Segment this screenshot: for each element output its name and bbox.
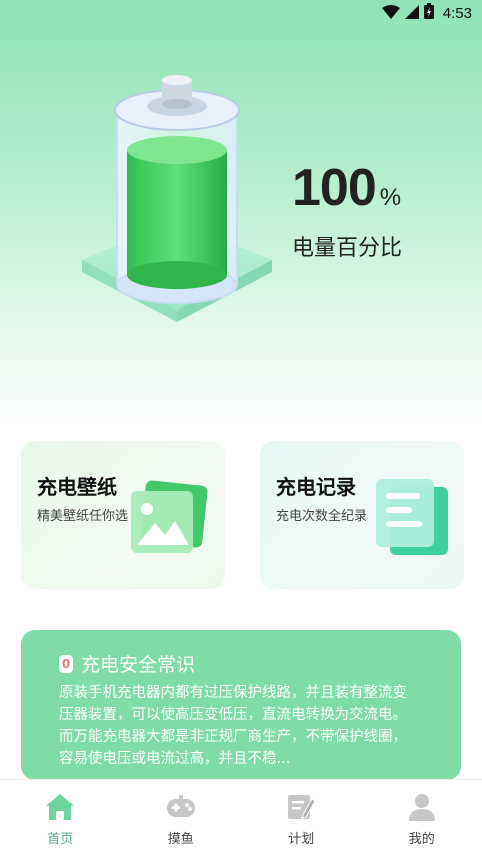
card-subtitle: 精美壁纸任你选: [37, 509, 129, 524]
tips-badge: 0: [59, 654, 73, 673]
safety-tips-panel: 0 充电安全常识 原装手机充电器内都有过压保护线路，并且装有整流变压器装置，可以…: [21, 630, 461, 780]
tips-title: 充电安全常识: [81, 654, 196, 676]
tab-plan[interactable]: 计划: [241, 780, 362, 856]
charging-wallpaper-card[interactable]: 充电壁纸 精美壁纸任你选: [21, 441, 225, 589]
battery-percent-value: 100: [292, 159, 377, 217]
battery-percent: 100 %: [292, 158, 401, 218]
battery-percent-unit: %: [379, 184, 402, 211]
user-icon: [407, 792, 437, 822]
card-title: 充电记录: [276, 475, 356, 499]
card-title: 充电壁纸: [37, 475, 117, 499]
gamepad-icon: [166, 792, 196, 822]
bottom-tab-bar: 首页 摸鱼 计划 我的: [0, 779, 482, 856]
tips-body: 原装手机充电器内都有过压保护线路，并且装有整流变压器装置，可以使高压变低压，直流…: [59, 685, 407, 767]
tab-label: 我的: [408, 832, 435, 847]
tab-label: 摸鱼: [167, 832, 194, 847]
tab-mine[interactable]: 我的: [362, 780, 482, 856]
signal-icon: [404, 4, 419, 23]
tab-fishing[interactable]: 摸鱼: [121, 780, 242, 856]
tips-header: 0 充电安全常识: [59, 650, 195, 677]
home-icon: [45, 792, 75, 822]
battery-illustration: [72, 70, 282, 340]
charging-record-card[interactable]: 充电记录 充电次数全纪录: [260, 441, 464, 589]
wifi-icon: [381, 4, 400, 23]
battery-percent-label: 电量百分比: [292, 236, 403, 261]
tab-label: 首页: [47, 832, 74, 847]
card-subtitle: 充电次数全纪录: [276, 509, 368, 524]
tab-home[interactable]: 首页: [0, 780, 121, 856]
image-gallery-icon: [129, 479, 211, 563]
status-bar: 4:53: [0, 0, 482, 26]
status-time: 4:53: [442, 4, 472, 22]
edit-note-icon: [286, 792, 316, 822]
battery-charging-icon: [423, 3, 434, 23]
tab-label: 计划: [288, 832, 315, 847]
document-list-icon: [374, 479, 450, 563]
